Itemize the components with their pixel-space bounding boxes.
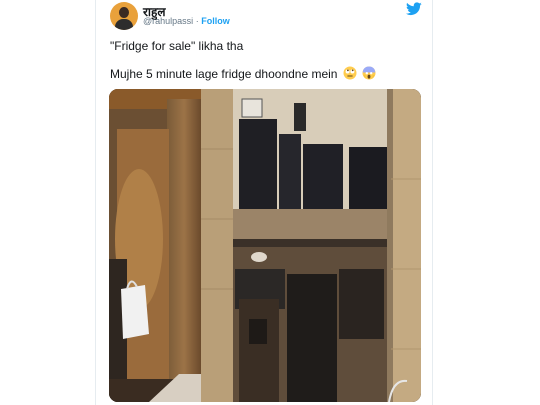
tweet-text-line-2: Mujhe 5 minute lage fridge dhoondne mein [110,66,376,81]
rolling-eyes-emoji-icon [343,66,357,80]
avatar[interactable] [110,2,138,30]
twitter-bird-icon[interactable] [406,2,422,16]
tweet-text-line-1: "Fridge for sale" likha tha [110,39,244,53]
handle-row: @rahulpassi · Follow [143,16,230,26]
tweet-card: राहुल @rahulpassi · Follow "Fridge for s… [95,0,433,405]
follow-button[interactable]: Follow [201,16,230,26]
tweet-photo[interactable] [109,89,421,402]
screaming-face-emoji-icon [362,66,376,80]
kitchen-reflection-image [109,89,421,402]
tweet-text-line-2-text: Mujhe 5 minute lage fridge dhoondne mein [110,67,338,81]
user-handle[interactable]: @rahulpassi [143,16,193,26]
separator-dot: · [195,16,199,26]
